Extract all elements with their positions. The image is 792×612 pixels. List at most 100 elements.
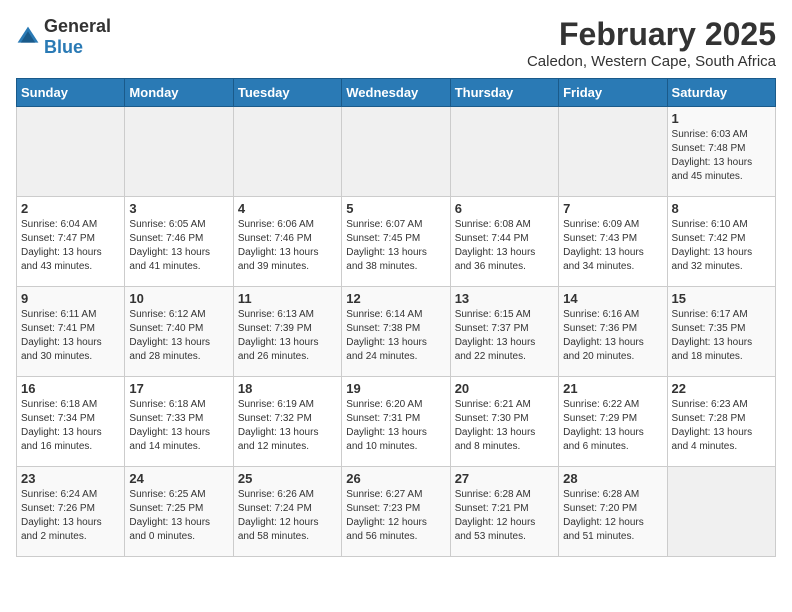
day-info: Sunrise: 6:25 AM Sunset: 7:25 PM Dayligh…: [129, 488, 228, 544]
day-number: 5: [346, 201, 445, 216]
calendar-cell: 18 Sunrise: 6:19 AM Sunset: 7:32 PM Dayli…: [233, 377, 341, 467]
calendar-cell: [17, 107, 125, 197]
day-number: 23: [21, 471, 120, 486]
day-info: Sunrise: 6:10 AM Sunset: 7:42 PM Dayligh…: [672, 218, 771, 274]
day-number: 12: [346, 291, 445, 306]
days-of-week-row: SundayMondayTuesdayWednesdayThursdayFrid…: [17, 79, 776, 107]
day-info: Sunrise: 6:19 AM Sunset: 7:32 PM Dayligh…: [238, 398, 337, 454]
week-row-2: 2 Sunrise: 6:04 AM Sunset: 7:47 PM Daylig…: [17, 197, 776, 287]
day-number: 28: [563, 471, 662, 486]
calendar-cell: 2 Sunrise: 6:04 AM Sunset: 7:47 PM Daylig…: [17, 197, 125, 287]
calendar-cell: 13 Sunrise: 6:15 AM Sunset: 7:37 PM Dayli…: [450, 287, 558, 377]
day-number: 10: [129, 291, 228, 306]
header: General Blue February 2025 Caledon, West…: [16, 16, 776, 70]
day-info: Sunrise: 6:09 AM Sunset: 7:43 PM Dayligh…: [563, 218, 662, 274]
day-header-saturday: Saturday: [667, 79, 775, 107]
day-info: Sunrise: 6:24 AM Sunset: 7:26 PM Dayligh…: [21, 488, 120, 544]
day-number: 16: [21, 381, 120, 396]
calendar-cell: 16Sunrise: 6:18 AM Sunset: 7:34 PM Dayli…: [17, 377, 125, 467]
calendar-cell: [125, 107, 233, 197]
calendar-cell: 6 Sunrise: 6:08 AM Sunset: 7:44 PM Daylig…: [450, 197, 558, 287]
calendar-cell: 28 Sunrise: 6:28 AM Sunset: 7:20 PM Dayli…: [559, 467, 667, 557]
calendar-cell: [450, 107, 558, 197]
day-info: Sunrise: 6:12 AM Sunset: 7:40 PM Dayligh…: [129, 308, 228, 364]
day-number: 15: [672, 291, 771, 306]
month-title: February 2025: [527, 16, 776, 53]
calendar-cell: 12 Sunrise: 6:14 AM Sunset: 7:38 PM Dayli…: [342, 287, 450, 377]
day-number: 8: [672, 201, 771, 216]
day-number: 21: [563, 381, 662, 396]
day-info: Sunrise: 6:03 AM Sunset: 7:48 PM Dayligh…: [672, 128, 771, 184]
calendar-cell: 15 Sunrise: 6:17 AM Sunset: 7:35 PM Dayli…: [667, 287, 775, 377]
calendar-cell: 4 Sunrise: 6:06 AM Sunset: 7:46 PM Daylig…: [233, 197, 341, 287]
day-info: Sunrise: 6:16 AM Sunset: 7:36 PM Dayligh…: [563, 308, 662, 364]
calendar-cell: [233, 107, 341, 197]
calendar-cell: 21Sunrise: 6:22 AM Sunset: 7:29 PM Dayli…: [559, 377, 667, 467]
calendar-cell: 25 Sunrise: 6:26 AM Sunset: 7:24 PM Dayli…: [233, 467, 341, 557]
calendar-body: 1Sunrise: 6:03 AM Sunset: 7:48 PM Daylig…: [17, 107, 776, 557]
calendar-cell: 24 Sunrise: 6:25 AM Sunset: 7:25 PM Dayli…: [125, 467, 233, 557]
calendar-cell: 10 Sunrise: 6:12 AM Sunset: 7:40 PM Dayli…: [125, 287, 233, 377]
day-header-sunday: Sunday: [17, 79, 125, 107]
day-info: Sunrise: 6:18 AM Sunset: 7:33 PM Dayligh…: [129, 398, 228, 454]
day-info: Sunrise: 6:05 AM Sunset: 7:46 PM Dayligh…: [129, 218, 228, 274]
day-header-tuesday: Tuesday: [233, 79, 341, 107]
calendar-cell: 11 Sunrise: 6:13 AM Sunset: 7:39 PM Dayli…: [233, 287, 341, 377]
day-info: Sunrise: 6:27 AM Sunset: 7:23 PM Dayligh…: [346, 488, 445, 544]
day-info: Sunrise: 6:28 AM Sunset: 7:21 PM Dayligh…: [455, 488, 554, 544]
day-info: Sunrise: 6:08 AM Sunset: 7:44 PM Dayligh…: [455, 218, 554, 274]
calendar-cell: [559, 107, 667, 197]
calendar-cell: 26 Sunrise: 6:27 AM Sunset: 7:23 PM Dayli…: [342, 467, 450, 557]
day-info: Sunrise: 6:07 AM Sunset: 7:45 PM Dayligh…: [346, 218, 445, 274]
day-header-friday: Friday: [559, 79, 667, 107]
day-info: Sunrise: 6:28 AM Sunset: 7:20 PM Dayligh…: [563, 488, 662, 544]
day-info: Sunrise: 6:06 AM Sunset: 7:46 PM Dayligh…: [238, 218, 337, 274]
day-info: Sunrise: 6:21 AM Sunset: 7:30 PM Dayligh…: [455, 398, 554, 454]
logo: General Blue: [16, 16, 111, 58]
day-number: 27: [455, 471, 554, 486]
day-number: 13: [455, 291, 554, 306]
calendar-cell: 8 Sunrise: 6:10 AM Sunset: 7:42 PM Daylig…: [667, 197, 775, 287]
day-info: Sunrise: 6:15 AM Sunset: 7:37 PM Dayligh…: [455, 308, 554, 364]
week-row-1: 1Sunrise: 6:03 AM Sunset: 7:48 PM Daylig…: [17, 107, 776, 197]
day-info: Sunrise: 6:23 AM Sunset: 7:28 PM Dayligh…: [672, 398, 771, 454]
day-number: 24: [129, 471, 228, 486]
day-header-monday: Monday: [125, 79, 233, 107]
calendar-cell: 22 Sunrise: 6:23 AM Sunset: 7:28 PM Dayli…: [667, 377, 775, 467]
week-row-3: 9 Sunrise: 6:11 AM Sunset: 7:41 PM Daylig…: [17, 287, 776, 377]
day-header-thursday: Thursday: [450, 79, 558, 107]
calendar-cell: 9 Sunrise: 6:11 AM Sunset: 7:41 PM Daylig…: [17, 287, 125, 377]
day-number: 2: [21, 201, 120, 216]
logo-icon: [16, 25, 40, 49]
day-info: Sunrise: 6:20 AM Sunset: 7:31 PM Dayligh…: [346, 398, 445, 454]
calendar-cell: 5 Sunrise: 6:07 AM Sunset: 7:45 PM Daylig…: [342, 197, 450, 287]
calendar-cell: 27 Sunrise: 6:28 AM Sunset: 7:21 PM Dayli…: [450, 467, 558, 557]
day-number: 18: [238, 381, 337, 396]
day-info: Sunrise: 6:04 AM Sunset: 7:47 PM Dayligh…: [21, 218, 120, 274]
day-number: 6: [455, 201, 554, 216]
day-info: Sunrise: 6:13 AM Sunset: 7:39 PM Dayligh…: [238, 308, 337, 364]
logo-general-text: General: [44, 16, 111, 36]
day-number: 4: [238, 201, 337, 216]
day-number: 17: [129, 381, 228, 396]
calendar-cell: 23 Sunrise: 6:24 AM Sunset: 7:26 PM Dayli…: [17, 467, 125, 557]
week-row-4: 16Sunrise: 6:18 AM Sunset: 7:34 PM Dayli…: [17, 377, 776, 467]
day-header-wednesday: Wednesday: [342, 79, 450, 107]
day-number: 26: [346, 471, 445, 486]
day-number: 3: [129, 201, 228, 216]
day-number: 22: [672, 381, 771, 396]
calendar-cell: 7Sunrise: 6:09 AM Sunset: 7:43 PM Daylig…: [559, 197, 667, 287]
calendar-cell: 17 Sunrise: 6:18 AM Sunset: 7:33 PM Dayli…: [125, 377, 233, 467]
calendar-cell: [667, 467, 775, 557]
day-number: 25: [238, 471, 337, 486]
week-row-5: 23 Sunrise: 6:24 AM Sunset: 7:26 PM Dayli…: [17, 467, 776, 557]
day-info: Sunrise: 6:11 AM Sunset: 7:41 PM Dayligh…: [21, 308, 120, 364]
day-number: 19: [346, 381, 445, 396]
day-number: 9: [21, 291, 120, 306]
day-number: 11: [238, 291, 337, 306]
day-info: Sunrise: 6:26 AM Sunset: 7:24 PM Dayligh…: [238, 488, 337, 544]
calendar-cell: 14Sunrise: 6:16 AM Sunset: 7:36 PM Dayli…: [559, 287, 667, 377]
calendar-table: SundayMondayTuesdayWednesdayThursdayFrid…: [16, 78, 776, 557]
day-info: Sunrise: 6:14 AM Sunset: 7:38 PM Dayligh…: [346, 308, 445, 364]
day-info: Sunrise: 6:17 AM Sunset: 7:35 PM Dayligh…: [672, 308, 771, 364]
